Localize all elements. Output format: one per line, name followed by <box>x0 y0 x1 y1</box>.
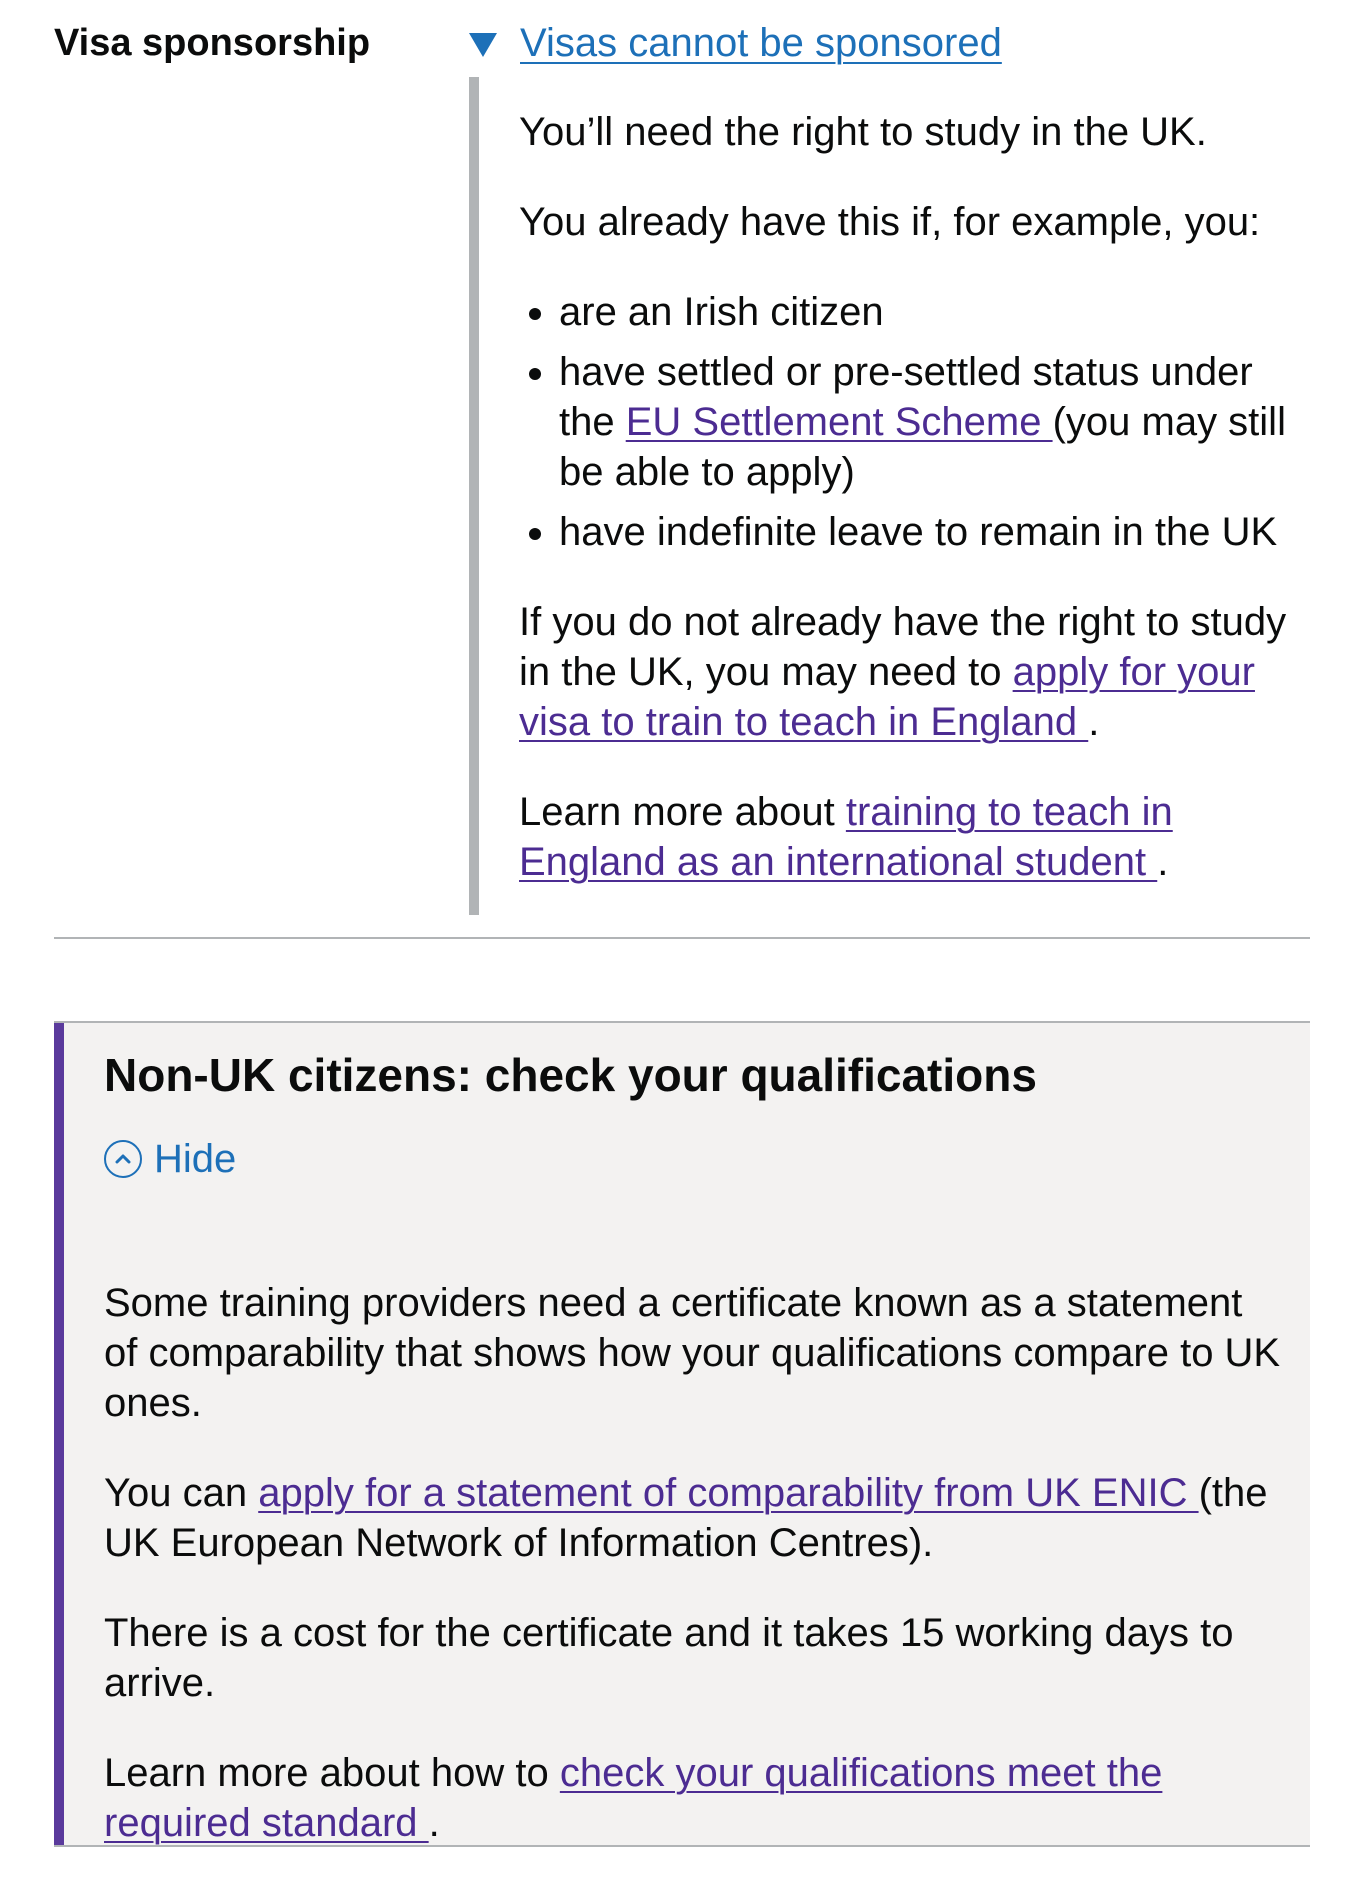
qualifications-title: Non-UK citizens: check your qualificatio… <box>104 1049 1037 1101</box>
inset-accent-bar <box>54 1023 64 1845</box>
visa-details-content: You’ll need the right to study in the UK… <box>519 107 1309 927</box>
visa-already-text: You already have this if, for example, y… <box>519 200 1261 244</box>
list-item-text: have indefinite leave to remain in the U… <box>559 510 1278 554</box>
cost-paragraph: There is a cost for the certificate and … <box>104 1611 1234 1705</box>
paragraph-text: . <box>1088 700 1100 744</box>
list-item: have indefinite leave to remain in the U… <box>559 507 1309 557</box>
visa-details-summary[interactable]: Visas cannot be sponsored <box>469 19 1002 67</box>
enic-paragraph: You can apply for a statement of compara… <box>104 1468 1284 1568</box>
visa-learn-paragraph: Learn more about training to teach in En… <box>519 787 1309 887</box>
list-item: have settled or pre-settled status under… <box>559 347 1309 497</box>
chevron-up-circle-icon <box>104 1140 142 1178</box>
paragraph-text: You can <box>104 1471 259 1515</box>
qualifications-content: Some training providers need a certifica… <box>104 1278 1284 1888</box>
triangle-down-icon <box>469 33 497 57</box>
paragraph-text: Learn more about how to <box>104 1751 560 1795</box>
paragraph-text: . <box>428 1801 440 1845</box>
uk-enic-link[interactable]: apply for a statement of comparability f… <box>258 1471 1198 1515</box>
visa-sponsorship-key: Visa sponsorship <box>54 22 371 64</box>
visa-apply-paragraph: If you do not already have the right to … <box>519 597 1309 747</box>
visa-conditions-list: are an Irish citizen have settled or pre… <box>519 287 1309 557</box>
visa-details-body: You’ll need the right to study in the UK… <box>469 77 1319 915</box>
qualifications-inset: Non-UK citizens: check your qualificatio… <box>54 1021 1310 1847</box>
visa-intro-text: You’ll need the right to study in the UK… <box>519 110 1207 154</box>
check-qualifications-paragraph: Learn more about how to check your quali… <box>104 1748 1284 1848</box>
paragraph-text: Learn more about <box>519 790 846 834</box>
list-item: are an Irish citizen <box>559 287 1309 337</box>
paragraph-text: . <box>1157 840 1169 884</box>
list-item-text: are an Irish citizen <box>559 290 884 334</box>
hide-toggle-button[interactable]: Hide <box>104 1135 236 1183</box>
visa-summary-link[interactable]: Visas cannot be sponsored <box>520 19 1002 67</box>
comparability-paragraph: Some training providers need a certifica… <box>104 1281 1281 1425</box>
hide-label[interactable]: Hide <box>154 1135 236 1183</box>
eu-settlement-scheme-link[interactable]: EU Settlement Scheme <box>626 400 1053 444</box>
visa-sponsorship-row: Visa sponsorship Visas cannot be sponsor… <box>54 0 1310 939</box>
